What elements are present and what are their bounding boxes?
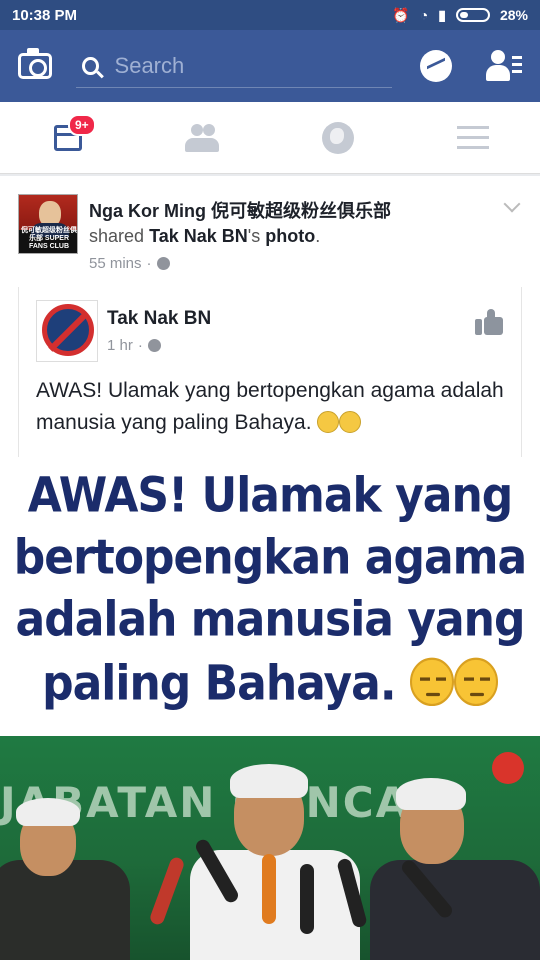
downcast-sweat-emoji-icon — [409, 657, 454, 707]
page-name[interactable]: Tak Nak BN — [107, 308, 211, 330]
shared-post-time[interactable]: 1 hr — [107, 337, 133, 354]
shared-source-link[interactable]: Tak Nak BN — [149, 226, 248, 246]
downcast-sweat-emoji-icon — [453, 657, 498, 707]
tab-bar: 9+ — [0, 102, 540, 174]
battery-icon — [455, 8, 490, 22]
battery-percent: 28% — [499, 7, 528, 23]
camera-icon[interactable] — [18, 48, 52, 79]
feed-post: 倪可敏超级粉丝俱乐部 SUPER FANS CLUB Nga Kor Ming … — [0, 176, 540, 960]
status-bar: 10:38 PM ⏰ ◔ ▮ 28% — [0, 0, 540, 30]
person-left — [0, 770, 130, 960]
alarm-off-icon: ⏰ — [392, 6, 410, 23]
shared-post: Tak Nak BN 1 hr · AWAS! Ulamak yang bert… — [18, 287, 522, 457]
messenger-icon[interactable] — [420, 50, 452, 82]
public-globe-icon — [156, 257, 170, 270]
avatar-caption: 倪可敏超级粉丝俱乐部 SUPER FANS CLUB — [21, 227, 77, 250]
person-right — [370, 760, 540, 960]
friends-icon — [184, 123, 221, 152]
like-page-icon[interactable] — [475, 309, 503, 335]
tab-friends[interactable] — [135, 102, 270, 173]
shared-post-meta: 1 hr · — [107, 337, 161, 354]
tab-notifications[interactable] — [270, 102, 405, 173]
search-input[interactable] — [114, 52, 392, 79]
post-image-text[interactable]: AWAS! Ulamak yang bertopengkan agama ada… — [0, 462, 540, 736]
post-time[interactable]: 55 mins — [89, 255, 142, 272]
image-text-line: bertopengkan agama — [13, 529, 527, 586]
friend-requests-icon[interactable] — [486, 50, 522, 82]
page-avatar[interactable] — [36, 300, 98, 362]
menu-icon — [456, 125, 489, 150]
downcast-sweat-emoji-icon — [339, 411, 362, 433]
poster-avatar[interactable]: 倪可敏超级粉丝俱乐部 SUPER FANS CLUB — [18, 194, 78, 254]
status-time: 10:38 PM — [12, 6, 78, 24]
post-photo[interactable]: JABATAN GUNCAS — [0, 736, 540, 960]
meta-separator: · — [146, 255, 152, 272]
globe-icon — [321, 121, 354, 154]
shared-photo-link[interactable]: photo — [265, 226, 315, 246]
top-bar — [0, 30, 540, 102]
image-text-line: adalah manusia yang — [15, 591, 526, 648]
image-text-line-last: paling Bahaya. — [0, 655, 540, 712]
image-text-line: AWAS! Ulamak yang — [27, 467, 514, 524]
tab-news-feed[interactable]: 9+ — [0, 102, 135, 173]
shared-post-text: AWAS! Ulamak yang bertopengkan agama ada… — [36, 379, 504, 434]
shared-line: shared Tak Nak BN's photo. — [89, 226, 321, 246]
search-box[interactable] — [76, 44, 392, 88]
signal-icon: ▮ — [438, 6, 446, 23]
post-meta: 55 mins · — [89, 255, 170, 272]
post-options-chevron-icon[interactable] — [503, 195, 521, 213]
public-globe-icon — [147, 339, 161, 352]
tab-menu[interactable] — [405, 102, 540, 173]
microphone — [300, 864, 314, 934]
poster-name[interactable]: Nga Kor Ming 倪可敏超级粉丝俱乐部 — [89, 198, 391, 224]
microphone — [148, 855, 186, 927]
wifi-icon: ◔ — [419, 7, 429, 23]
notification-badge: 9+ — [68, 114, 96, 136]
microphone — [262, 854, 276, 924]
search-icon — [82, 56, 99, 75]
downcast-sweat-emoji-icon — [317, 411, 340, 433]
